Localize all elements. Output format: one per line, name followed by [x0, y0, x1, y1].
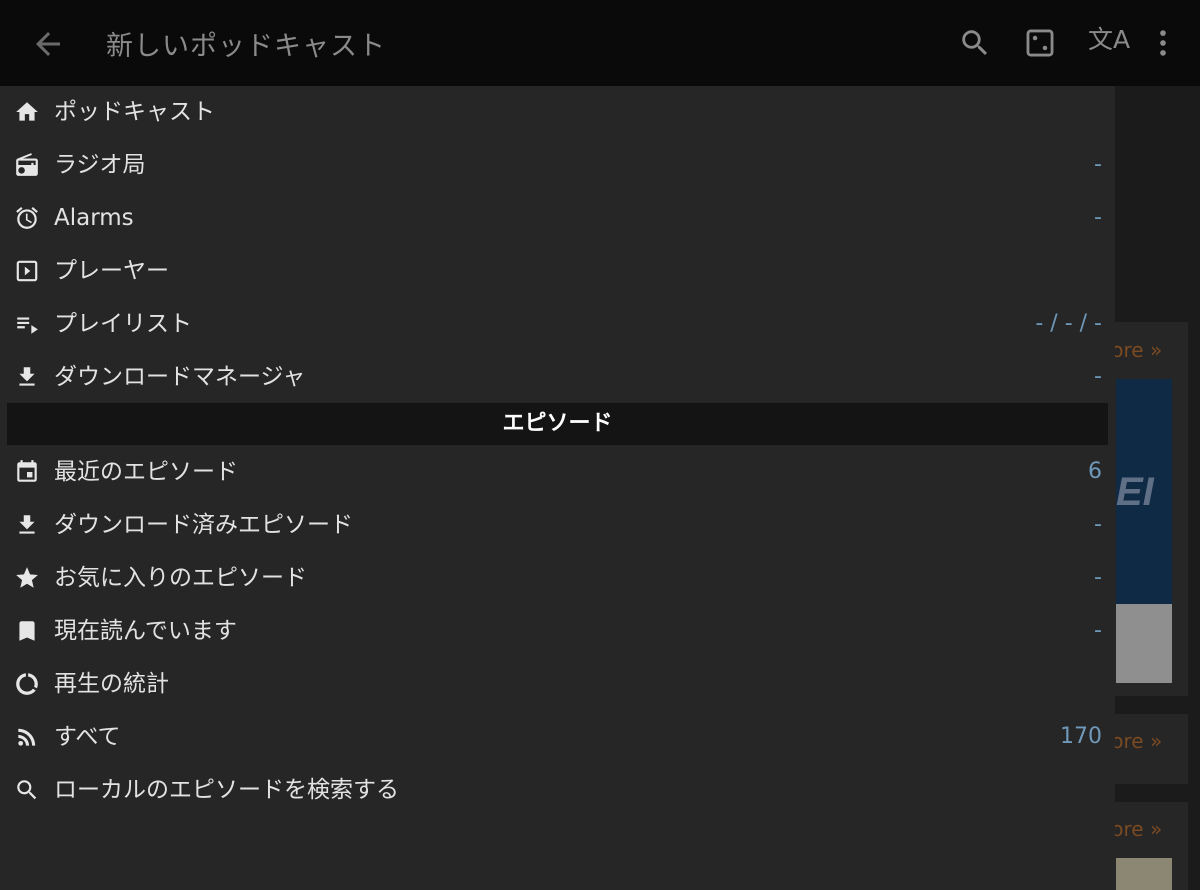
alarm-icon: [14, 205, 40, 231]
background-artwork-logo: EI: [1116, 470, 1154, 514]
dice-icon[interactable]: [1023, 26, 1057, 60]
drawer-item-playback-stats[interactable]: 再生の統計: [0, 658, 1115, 710]
drawer-item-label: 最近のエピソード: [54, 459, 238, 485]
drawer-item-count: -: [1094, 152, 1102, 177]
background-podcast-artwork-footer: [1116, 604, 1172, 683]
rss-icon: [14, 724, 40, 750]
drawer-item-label: ダウンロードマネージャ: [54, 364, 306, 390]
drawer-item-podcasts[interactable]: ポッドキャスト: [0, 86, 1115, 138]
search-icon: [14, 777, 40, 803]
drawer-item-count: -: [1094, 565, 1102, 590]
navigation-drawer: ポッドキャスト ラジオ局 - Alarms - プレーヤー プレイリスト - /…: [0, 86, 1115, 890]
arrow-back-icon[interactable]: [30, 26, 66, 62]
background-podcast-thumbnail: [1116, 858, 1172, 890]
download-icon: [14, 512, 40, 538]
search-icon[interactable]: [958, 26, 992, 60]
playlist-icon: [14, 311, 40, 337]
home-icon: [14, 99, 40, 125]
drawer-item-count: -: [1094, 618, 1102, 643]
drawer-item-count: - / - / -: [1035, 311, 1102, 336]
play-box-icon: [14, 258, 40, 284]
calendar-icon: [14, 459, 40, 485]
drawer-item-all-episodes[interactable]: すべて 170: [0, 711, 1115, 763]
drawer-item-playlists[interactable]: プレイリスト - / - / -: [0, 298, 1115, 350]
drawer-item-label: すべて: [54, 724, 121, 750]
drawer-item-label: 再生の統計: [54, 671, 169, 697]
drawer-item-search-local-episodes[interactable]: ローカルのエピソードを検索する: [0, 764, 1115, 816]
download-icon: [14, 364, 40, 390]
drawer-item-label: Alarms: [54, 205, 134, 231]
section-title: エピソード: [502, 411, 613, 436]
drawer-item-count: -: [1094, 205, 1102, 230]
drawer-item-label: プレーヤー: [54, 258, 169, 284]
drawer-item-radio-stations[interactable]: ラジオ局 -: [0, 139, 1115, 191]
bookmark-icon: [14, 618, 40, 644]
drawer-item-favorite-episodes[interactable]: お気に入りのエピソード -: [0, 552, 1115, 604]
drawer-item-downloaded-episodes[interactable]: ダウンロード済みエピソード -: [0, 499, 1115, 551]
drawer-item-label: プレイリスト: [54, 311, 192, 337]
star-icon: [14, 565, 40, 591]
drawer-item-label: ラジオ局: [54, 152, 146, 178]
section-header-episodes: エピソード: [7, 403, 1108, 445]
drawer-item-recent-episodes[interactable]: 最近のエピソード 6: [0, 446, 1115, 498]
drawer-item-currently-reading[interactable]: 現在読んでいます -: [0, 605, 1115, 657]
drawer-item-label: 現在読んでいます: [54, 618, 237, 644]
drawer-item-label: お気に入りのエピソード: [54, 565, 307, 591]
more-vert-icon[interactable]: [1146, 26, 1180, 60]
radio-icon: [14, 152, 40, 178]
drawer-item-download-manager[interactable]: ダウンロードマネージャ -: [0, 351, 1115, 403]
translate-icon[interactable]: 文A: [1088, 27, 1130, 52]
drawer-item-alarms[interactable]: Alarms -: [0, 192, 1115, 244]
drawer-item-count: 170: [1060, 724, 1102, 749]
donut-chart-icon: [14, 671, 40, 697]
drawer-item-label: ダウンロード済みエピソード: [54, 512, 353, 538]
drawer-item-player[interactable]: プレーヤー: [0, 245, 1115, 297]
drawer-item-count: -: [1094, 512, 1102, 537]
app-window: EI More » More » More » 新しいポッドキャスト 文A ポッ…: [0, 0, 1200, 890]
drawer-item-label: ポッドキャスト: [54, 99, 215, 125]
drawer-item-label: ローカルのエピソードを検索する: [54, 777, 399, 803]
drawer-item-count: -: [1094, 364, 1102, 389]
top-app-bar: 新しいポッドキャスト 文A: [0, 0, 1200, 86]
page-title: 新しいポッドキャスト: [106, 31, 386, 62]
drawer-item-count: 6: [1088, 459, 1102, 484]
